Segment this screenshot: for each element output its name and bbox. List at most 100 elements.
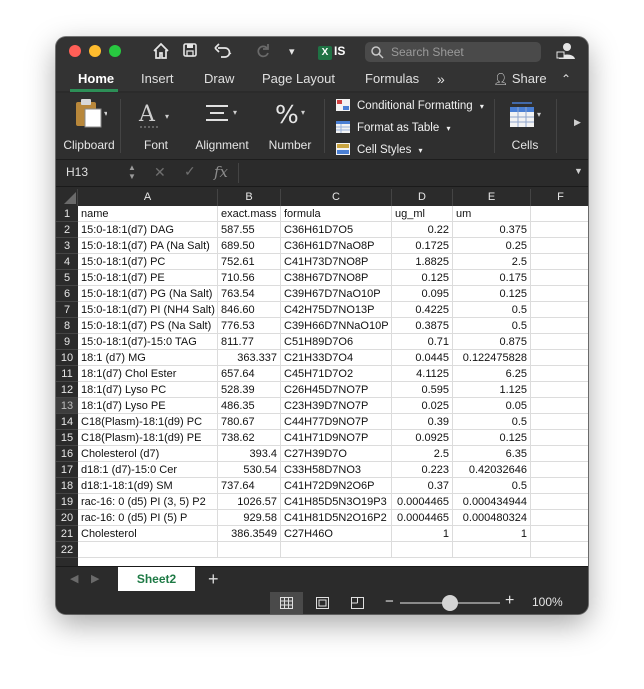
alignment-group[interactable]: ▾ Alignment xyxy=(192,93,252,159)
cell-b19[interactable]: 1026.57 xyxy=(218,494,281,510)
cell-b22[interactable] xyxy=(218,542,281,558)
row-header-14[interactable]: 14 xyxy=(56,414,78,430)
cell-c8[interactable]: C39H66D7NNaO10P xyxy=(281,318,392,334)
cell-a15[interactable]: C18(Plasm)-18:1(d9) PE xyxy=(78,430,218,446)
cell-e13[interactable]: 0.05 xyxy=(453,398,531,414)
cell-a11[interactable]: 18:1(d7) Chol Ester xyxy=(78,366,218,382)
row-header-20[interactable]: 20 xyxy=(56,510,78,526)
row-header-15[interactable]: 15 xyxy=(56,430,78,446)
cell-a1[interactable]: name xyxy=(78,206,218,222)
home-icon[interactable] xyxy=(152,42,170,60)
cell-a13[interactable]: 18:1(d7) Lyso PE xyxy=(78,398,218,414)
cell-e19[interactable]: 0.000434944 xyxy=(453,494,531,510)
cell-d4[interactable]: 1.8825 xyxy=(392,254,453,270)
zoom-out-button[interactable]: − xyxy=(385,593,394,610)
zoom-slider-thumb[interactable] xyxy=(442,595,458,611)
cell-a22[interactable] xyxy=(78,542,218,558)
formula-input[interactable] xyxy=(238,163,571,183)
cell-b9[interactable]: 811.77 xyxy=(218,334,281,350)
cell-a10[interactable]: 18:1 (d7) MG xyxy=(78,350,218,366)
row-header-4[interactable]: 4 xyxy=(56,254,78,270)
format-as-table-button[interactable]: Format as Table ▾ xyxy=(336,121,450,134)
cell-e12[interactable]: 1.125 xyxy=(453,382,531,398)
cell-f12[interactable] xyxy=(531,382,588,398)
cell-b15[interactable]: 738.62 xyxy=(218,430,281,446)
cell-e8[interactable]: 0.5 xyxy=(453,318,531,334)
cell-c13[interactable]: C23H39D7NO7P xyxy=(281,398,392,414)
cell-a5[interactable]: 15:0-18:1(d7) PE xyxy=(78,270,218,286)
cell-c2[interactable]: C36H61D7O5 xyxy=(281,222,392,238)
tab-page-layout[interactable]: Page Layout xyxy=(262,67,335,91)
previous-sheet-icon[interactable]: ◀ xyxy=(70,572,78,585)
cell-e1[interactable]: um xyxy=(453,206,531,222)
column-header-e[interactable]: E xyxy=(453,189,531,206)
cell-f15[interactable] xyxy=(531,430,588,446)
cell-a12[interactable]: 18:1(d7) Lyso PC xyxy=(78,382,218,398)
cell-f16[interactable] xyxy=(531,446,588,462)
cell-f10[interactable] xyxy=(531,350,588,366)
cell-f13[interactable] xyxy=(531,398,588,414)
cell-f1[interactable] xyxy=(531,206,588,222)
share-button[interactable]: 👤︎ Share xyxy=(493,67,547,91)
name-box[interactable]: H13 xyxy=(66,165,88,179)
cell-f9[interactable] xyxy=(531,334,588,350)
cell-f18[interactable] xyxy=(531,478,588,494)
cell-e15[interactable]: 0.125 xyxy=(453,430,531,446)
row-header-5[interactable]: 5 xyxy=(56,270,78,286)
cell-d9[interactable]: 0.71 xyxy=(392,334,453,350)
cell-b5[interactable]: 710.56 xyxy=(218,270,281,286)
cell-f22[interactable] xyxy=(531,542,588,558)
cell-c3[interactable]: C36H61D7NaO8P xyxy=(281,238,392,254)
row-header-6[interactable]: 6 xyxy=(56,286,78,302)
font-group[interactable]: A ▾ Font xyxy=(128,93,184,159)
cell-b14[interactable]: 780.67 xyxy=(218,414,281,430)
row-header-21[interactable]: 21 xyxy=(56,526,78,542)
cell-e22[interactable] xyxy=(453,542,531,558)
cell-d19[interactable]: 0.0004465 xyxy=(392,494,453,510)
cell-b8[interactable]: 776.53 xyxy=(218,318,281,334)
cell-d7[interactable]: 0.4225 xyxy=(392,302,453,318)
row-header-18[interactable]: 18 xyxy=(56,478,78,494)
cell-e11[interactable]: 6.25 xyxy=(453,366,531,382)
cell-f14[interactable] xyxy=(531,414,588,430)
cell-e21[interactable]: 1 xyxy=(453,526,531,542)
redo-icon[interactable] xyxy=(256,42,272,60)
page-layout-view-button[interactable] xyxy=(306,592,339,614)
cell-c22[interactable] xyxy=(281,542,392,558)
maximize-window-button[interactable] xyxy=(109,45,121,57)
row-header-22[interactable]: 22 xyxy=(56,542,78,558)
cell-b1[interactable]: exact.mass xyxy=(218,206,281,222)
cell-d13[interactable]: 0.025 xyxy=(392,398,453,414)
cell-c16[interactable]: C27H39D7O xyxy=(281,446,392,462)
collapse-ribbon-icon[interactable]: ⌃ xyxy=(561,67,571,91)
cell-e14[interactable]: 0.5 xyxy=(453,414,531,430)
cell-c19[interactable]: C41H85D5N3O19P3 xyxy=(281,494,392,510)
search-sheet-input[interactable]: Search Sheet xyxy=(365,42,541,62)
row-header-3[interactable]: 3 xyxy=(56,238,78,254)
cell-d3[interactable]: 0.1725 xyxy=(392,238,453,254)
next-sheet-icon[interactable]: ▶ xyxy=(91,572,99,585)
cell-f5[interactable] xyxy=(531,270,588,286)
row-header-17[interactable]: 17 xyxy=(56,462,78,478)
clipboard-group[interactable]: ▾ Clipboard xyxy=(62,93,116,159)
cell-c10[interactable]: C21H33D7O4 xyxy=(281,350,392,366)
cell-f17[interactable] xyxy=(531,462,588,478)
cell-d18[interactable]: 0.37 xyxy=(392,478,453,494)
add-sheet-button[interactable]: + xyxy=(208,569,219,589)
cell-a7[interactable]: 15:0-18:1(d7) PI (NH4 Salt) xyxy=(78,302,218,318)
number-group[interactable]: % ▾ Number xyxy=(264,93,316,159)
cell-f19[interactable] xyxy=(531,494,588,510)
cell-d2[interactable]: 0.22 xyxy=(392,222,453,238)
cell-styles-button[interactable]: Cell Styles ▾ xyxy=(336,143,423,156)
cell-d15[interactable]: 0.0925 xyxy=(392,430,453,446)
cell-c11[interactable]: C45H71D7O2 xyxy=(281,366,392,382)
cell-b2[interactable]: 587.55 xyxy=(218,222,281,238)
zoom-percentage[interactable]: 100% xyxy=(532,595,563,609)
cell-f8[interactable] xyxy=(531,318,588,334)
conditional-formatting-button[interactable]: Conditional Formatting ▾ xyxy=(336,99,484,112)
select-all-corner[interactable] xyxy=(56,189,78,206)
cell-b21[interactable]: 386.3549 xyxy=(218,526,281,542)
cell-a17[interactable]: d18:1 (d7)-15:0 Cer xyxy=(78,462,218,478)
cell-d10[interactable]: 0.0445 xyxy=(392,350,453,366)
cell-f6[interactable] xyxy=(531,286,588,302)
